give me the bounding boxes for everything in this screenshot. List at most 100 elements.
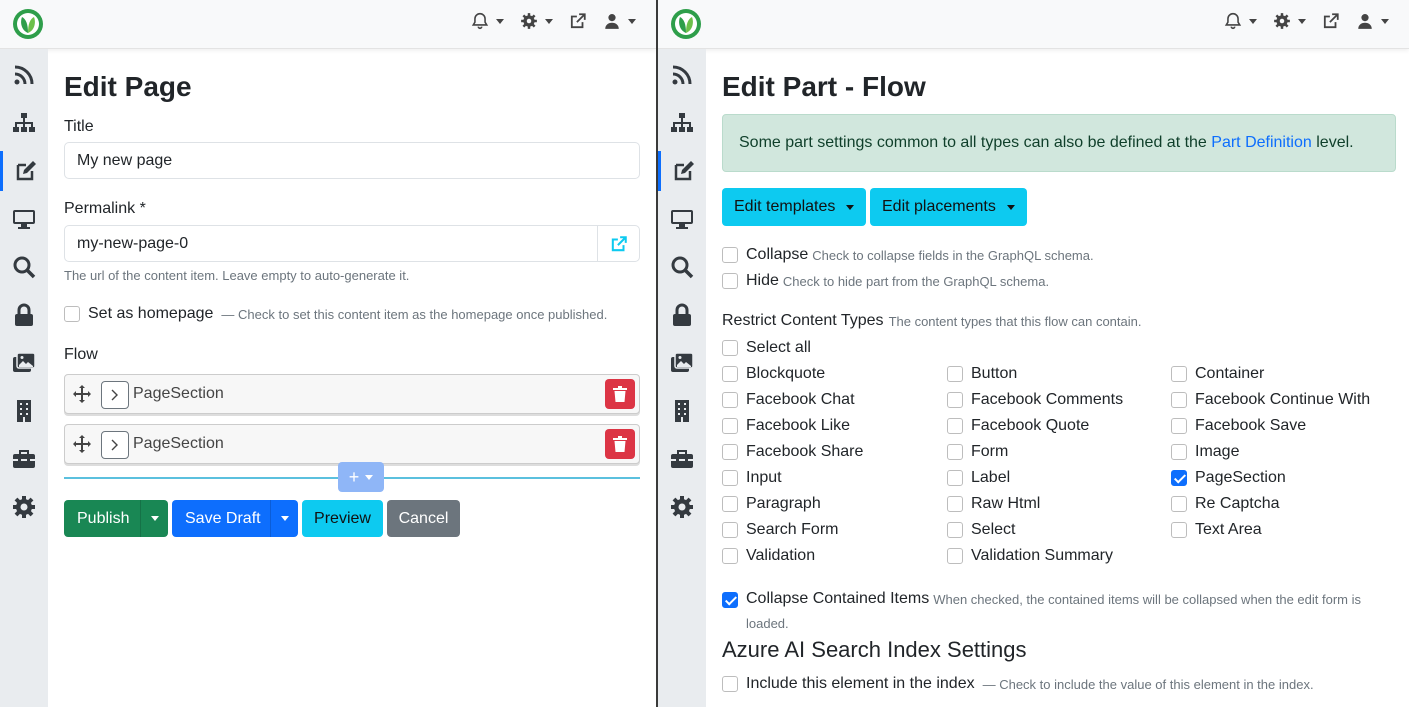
content-type-checkbox[interactable] (1171, 392, 1187, 408)
notifications-dropdown[interactable] (471, 12, 504, 30)
collapse-contained-option: Collapse Contained Items When checked, t… (722, 590, 1361, 608)
user-dropdown[interactable] (1356, 12, 1389, 30)
content-type-label: Image (1195, 443, 1240, 460)
permalink-hint: The url of the content item. Leave empty… (64, 268, 410, 283)
sidebar-item-configuration[interactable] (658, 487, 706, 527)
content-type-checkbox[interactable] (947, 522, 963, 538)
expand-button[interactable] (101, 381, 129, 409)
content-type-checkbox[interactable] (722, 496, 738, 512)
sidebar-item-structure[interactable] (0, 103, 48, 143)
content-type-checkbox[interactable] (722, 444, 738, 460)
sidebar-item-content[interactable] (658, 151, 706, 191)
content-type-checkbox[interactable] (947, 444, 963, 460)
content-type-checkbox[interactable] (947, 418, 963, 434)
content-type-label: Blockquote (746, 365, 826, 382)
preview-button[interactable]: Preview (302, 500, 383, 537)
content-type-label: Facebook Comments (971, 391, 1124, 408)
content-type-checkbox[interactable] (722, 548, 738, 564)
settings-dropdown[interactable] (1273, 12, 1306, 30)
sidebar-item-structure[interactable] (658, 103, 706, 143)
content-type-checkbox[interactable] (1171, 418, 1187, 434)
delete-button[interactable] (605, 429, 635, 459)
orchard-logo-icon[interactable] (12, 8, 44, 40)
publish-button[interactable]: Publish (64, 500, 168, 537)
chevron-right-icon (111, 439, 118, 451)
cancel-button[interactable]: Cancel (387, 500, 460, 537)
permalink-value: my-new-page-0 (77, 235, 189, 252)
sidebar-item-security[interactable] (658, 295, 706, 335)
content-type-option: Facebook Chat (722, 391, 855, 409)
content-type-checkbox[interactable] (722, 470, 738, 486)
user-dropdown[interactable] (603, 12, 636, 30)
expand-button[interactable] (101, 431, 129, 459)
content-type-checkbox[interactable] (722, 366, 738, 382)
part-definition-link[interactable]: Part Definition (1211, 134, 1312, 151)
content-type-checkbox[interactable] (1171, 496, 1187, 512)
sidebar-item-design[interactable] (0, 199, 48, 239)
content-type-label: Form (971, 443, 1009, 460)
save-draft-options-toggle[interactable] (270, 500, 298, 537)
flow-item: PageSection (64, 424, 640, 464)
collapse-contained-checkbox[interactable] (722, 592, 738, 608)
settings-dropdown[interactable] (520, 12, 553, 30)
content-type-option: Validation Summary (947, 547, 1113, 565)
publish-options-toggle[interactable] (140, 500, 168, 537)
sidebar-item-configuration[interactable] (0, 487, 48, 527)
content-type-checkbox[interactable] (722, 522, 738, 538)
user-icon (1358, 14, 1372, 29)
move-icon[interactable] (73, 435, 91, 453)
edit-placements-dropdown[interactable]: Edit placements (870, 188, 1027, 226)
sidebar-item-media[interactable] (0, 343, 48, 383)
sidebar-item-tenants[interactable] (658, 391, 706, 431)
content-type-checkbox[interactable] (1171, 470, 1187, 486)
sidebar-item-design[interactable] (658, 199, 706, 239)
trash-icon (613, 436, 627, 452)
sitemap-icon (671, 113, 693, 132)
content-type-checkbox[interactable] (947, 392, 963, 408)
sidebar-item-feeds[interactable] (658, 55, 706, 95)
sidebar-item-tenants[interactable] (0, 391, 48, 431)
sidebar-item-search[interactable] (0, 247, 48, 287)
content-type-option: Facebook Continue With (1171, 391, 1370, 409)
content-type-checkbox[interactable] (947, 496, 963, 512)
hide-checkbox[interactable] (722, 273, 738, 289)
move-icon[interactable] (73, 385, 91, 403)
add-widget-button[interactable]: + (338, 462, 384, 492)
content-type-checkbox[interactable] (947, 548, 963, 564)
content-type-option: Text Area (1171, 521, 1262, 539)
sidebar-item-feeds[interactable] (0, 55, 48, 95)
content-type-checkbox[interactable] (947, 470, 963, 486)
content-type-checkbox[interactable] (1171, 444, 1187, 460)
include-in-index-checkbox[interactable] (722, 676, 738, 692)
visit-site-link[interactable] (1322, 12, 1340, 30)
visit-site-link[interactable] (569, 12, 587, 30)
sidebar-item-tools[interactable] (0, 439, 48, 479)
content-type-option: Form (947, 443, 1008, 461)
delete-button[interactable] (605, 379, 635, 409)
orchard-logo-icon[interactable] (670, 8, 702, 40)
open-permalink-button[interactable] (597, 226, 639, 261)
sidebar-item-security[interactable] (0, 295, 48, 335)
right-window: Edit Part - Flow Some part settings comm… (658, 0, 1409, 707)
sidebar-item-media[interactable] (658, 343, 706, 383)
save-draft-button[interactable]: Save Draft (172, 500, 298, 537)
content-type-checkbox[interactable] (722, 392, 738, 408)
collapse-checkbox[interactable] (722, 247, 738, 263)
content-type-checkbox[interactable] (947, 366, 963, 382)
content-type-checkbox[interactable] (1171, 366, 1187, 382)
edit-templates-label: Edit templates (734, 198, 836, 215)
trash-icon (613, 386, 627, 402)
sidebar-item-tools[interactable] (658, 439, 706, 479)
content-type-checkbox[interactable] (1171, 522, 1187, 538)
publish-label: Publish (77, 509, 130, 527)
permalink-input[interactable]: my-new-page-0 (64, 225, 640, 262)
homepage-checkbox[interactable] (64, 306, 80, 322)
title-input[interactable]: My new page (64, 142, 640, 179)
sidebar-item-content[interactable] (0, 151, 48, 191)
notifications-dropdown[interactable] (1224, 12, 1257, 30)
select-all-checkbox[interactable] (722, 340, 738, 356)
sidebar-item-search[interactable] (658, 247, 706, 287)
content-type-checkbox[interactable] (722, 418, 738, 434)
hide-label: Hide (746, 272, 779, 289)
edit-templates-dropdown[interactable]: Edit templates (722, 188, 867, 226)
